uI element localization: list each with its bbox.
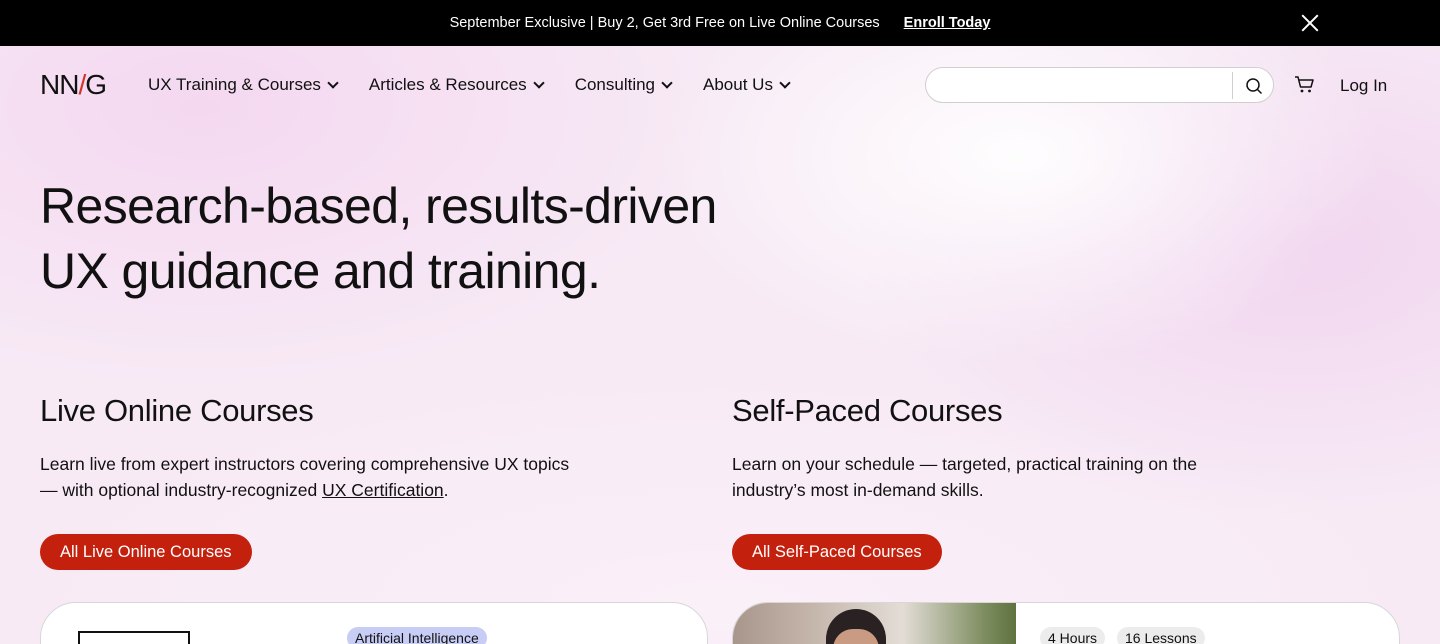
close-icon[interactable] — [1299, 12, 1321, 34]
main-nav: UX Training & Courses Articles & Resourc… — [148, 74, 821, 96]
nav-consulting[interactable]: Consulting — [575, 74, 673, 96]
search-box — [925, 67, 1274, 103]
topic-tag: Artificial Intelligence — [347, 627, 487, 644]
self-paced-section: Self-Paced Courses Learn on your schedul… — [732, 392, 1252, 570]
live-courses-section: Live Online Courses Learn live from expe… — [40, 392, 580, 570]
duration-tag: 4 Hours — [1040, 627, 1106, 644]
search-icon[interactable] — [1245, 77, 1263, 95]
instructor-photo — [733, 603, 1016, 644]
all-live-courses-button[interactable]: All Live Online Courses — [40, 534, 252, 570]
live-courses-title: Live Online Courses — [40, 393, 314, 428]
self-paced-title: Self-Paced Courses — [732, 393, 1003, 428]
cart-icon[interactable] — [1294, 75, 1316, 95]
ux-certification-link[interactable]: UX Certification — [322, 480, 444, 500]
chevron-down-icon — [661, 77, 673, 89]
promo-bar: September Exclusive | Buy 2, Get 3rd Fre… — [0, 0, 1440, 46]
course-thumbnail — [78, 631, 190, 644]
nav-about-us[interactable]: About Us — [703, 74, 791, 96]
search-input[interactable] — [940, 74, 1230, 96]
chevron-down-icon — [779, 77, 791, 89]
site-header: NN/G UX Training & Courses Articles & Re… — [0, 46, 1440, 126]
live-course-card[interactable]: Artificial Intelligence — [40, 602, 708, 644]
live-courses-description: Learn live from expert instructors cover… — [40, 454, 570, 500]
promo-text: September Exclusive | Buy 2, Get 3rd Fre… — [449, 15, 880, 31]
chevron-down-icon — [327, 77, 339, 89]
nav-articles[interactable]: Articles & Resources — [369, 74, 545, 96]
self-paced-description: Learn on your schedule — targeted, pract… — [732, 454, 1198, 500]
login-link[interactable]: Log In — [1340, 76, 1387, 96]
nav-ux-training[interactable]: UX Training & Courses — [148, 74, 339, 96]
hero-title: Research-based, results-driven UX guidan… — [40, 178, 717, 299]
lessons-tag: 16 Lessons — [1117, 627, 1205, 644]
self-paced-course-card[interactable]: 4 Hours 16 Lessons — [732, 602, 1400, 644]
all-self-paced-button[interactable]: All Self-Paced Courses — [732, 534, 942, 570]
chevron-down-icon — [533, 77, 545, 89]
nng-logo[interactable]: NN/G — [40, 70, 107, 100]
search-divider — [1232, 72, 1233, 99]
enroll-today-link[interactable]: Enroll Today — [904, 15, 991, 31]
